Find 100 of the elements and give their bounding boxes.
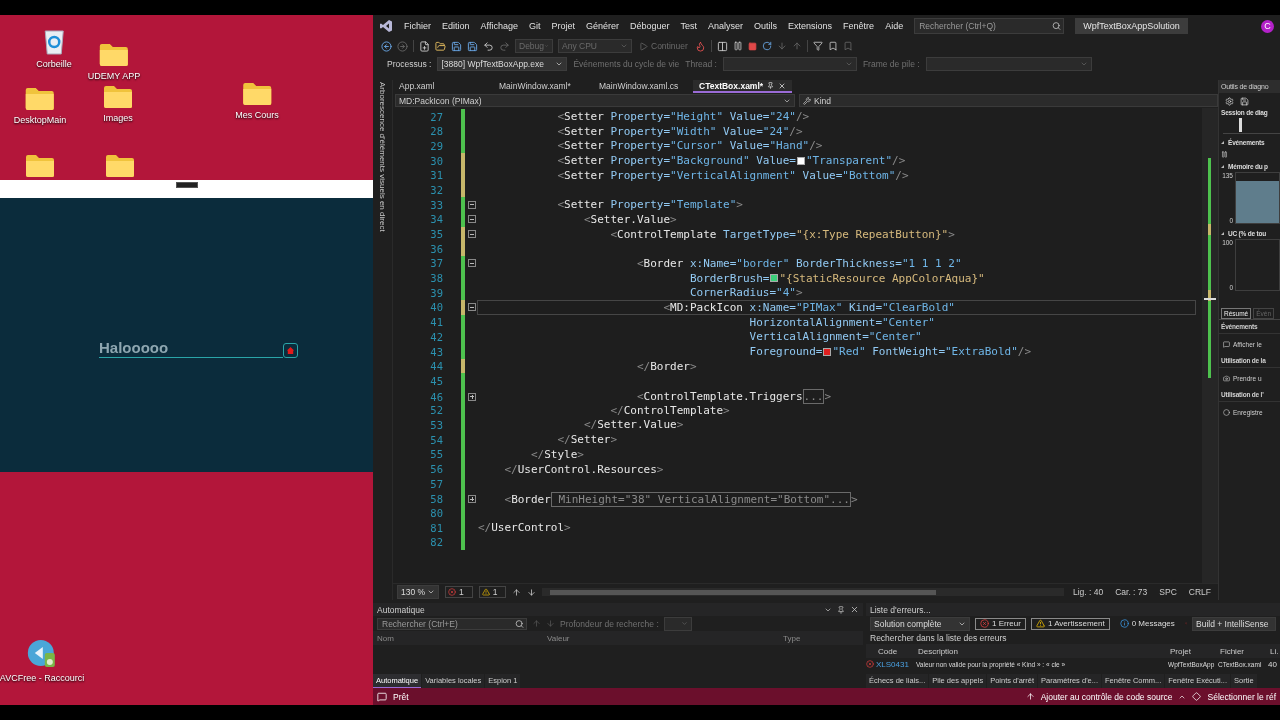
restart-icon[interactable] <box>761 41 772 51</box>
desktop-shortcut[interactable]: AVCFree - Raccourci <box>0 639 85 683</box>
menu-item[interactable]: Analyser <box>708 21 744 31</box>
flame-icon[interactable] <box>694 40 706 52</box>
undo-icon[interactable] <box>483 40 494 52</box>
collapse-toggle[interactable] <box>468 200 476 209</box>
repository-button[interactable]: Sélectionner le réf <box>1207 691 1276 702</box>
desktop-shortcut[interactable]: DesktopMain <box>13 87 67 125</box>
search-field[interactable]: Rechercher dans la liste des erreurs <box>870 632 1007 643</box>
save-icon[interactable] <box>451 40 462 52</box>
desktop-shortcut[interactable] <box>25 154 55 178</box>
line-number: 29 <box>429 139 443 152</box>
document-tab[interactable]: MainWindow.xaml* <box>493 80 593 93</box>
error-count[interactable]: 1 <box>445 586 473 598</box>
text-field[interactable]: Halooooo <box>99 339 283 358</box>
collapse-toggle[interactable] <box>468 259 476 268</box>
menu-item[interactable]: Git <box>528 21 541 31</box>
zoom-dropdown[interactable]: 130 % <box>397 585 439 599</box>
element-dropdown[interactable]: MD:PackIcon (PIMax) <box>395 94 795 107</box>
expand-toggle[interactable] <box>468 392 476 401</box>
desktop-shortcut[interactable]: Mes Cours <box>235 82 279 120</box>
desktop-shortcut[interactable]: UDEMY APP <box>87 43 141 81</box>
desktop-shortcut[interactable]: Images <box>103 85 133 123</box>
back-icon[interactable] <box>381 40 392 52</box>
output-icon[interactable] <box>377 691 387 702</box>
warning-count[interactable]: 1 <box>478 586 507 598</box>
line-number: 53 <box>429 418 443 431</box>
source-dropdown[interactable]: Build + IntelliSense <box>1192 616 1276 631</box>
settings-icon[interactable] <box>1225 96 1234 106</box>
collapsed-code[interactable]: ... <box>802 389 825 405</box>
desktop-shortcut[interactable] <box>105 154 135 178</box>
scope-dropdown[interactable]: Solution complète <box>870 616 970 631</box>
filter-toggle[interactable]: 1 Avertissement <box>1030 617 1110 630</box>
new-file-icon[interactable] <box>419 40 430 52</box>
line-number: 42 <box>429 330 443 343</box>
pin-icon[interactable] <box>767 82 775 89</box>
folder-icon[interactable] <box>435 40 446 52</box>
menu-item[interactable]: Test <box>680 21 698 31</box>
expand-toggle[interactable] <box>468 495 476 504</box>
side-panel-tab[interactable]: Arborescence d'éléments visuels en direct <box>378 82 387 232</box>
drag-handle[interactable] <box>175 182 198 188</box>
save-all-icon[interactable] <box>467 40 478 52</box>
document-tab[interactable]: MainWindow.xaml.cs <box>593 80 693 93</box>
solution-name-button[interactable]: WpfTextBoxAppSolution <box>1075 18 1188 34</box>
save-icon[interactable] <box>1240 96 1249 106</box>
line-number: 39 <box>429 286 443 299</box>
menu-item[interactable]: Affichage <box>480 21 518 31</box>
line-number: 43 <box>429 345 443 358</box>
menu-item[interactable]: Générer <box>585 21 619 31</box>
line-number: 34 <box>429 213 443 226</box>
menu-item[interactable]: Outils <box>754 21 778 31</box>
collapse-toggle[interactable] <box>468 303 476 312</box>
menu-item[interactable]: Fenêtre <box>843 21 875 31</box>
desktop-shortcut[interactable]: Corbeille <box>36 27 72 69</box>
timeline <box>1223 118 1280 134</box>
cursor-column: Car. : 73 <box>1112 587 1151 597</box>
document-tab[interactable]: App.xaml <box>393 80 493 93</box>
stack-frame-label: Frame de pile : <box>862 59 920 69</box>
menu-item[interactable]: Déboguer <box>630 21 670 31</box>
filter-toggle[interactable]: 1 Erreur <box>975 617 1026 630</box>
collapse-toggle[interactable] <box>468 215 476 224</box>
search-field[interactable]: Rechercher (Ctrl+E) <box>377 617 527 630</box>
process-dropdown[interactable]: [3880] WpfTextBoxApp.exe <box>437 57 568 71</box>
member-dropdown[interactable]: Kind <box>799 94 1218 107</box>
filter-toggle[interactable]: 0 Messages <box>1114 617 1180 630</box>
pause-icon[interactable] <box>732 41 743 51</box>
next-issue-icon[interactable] <box>527 587 537 597</box>
menu-item[interactable]: Projet <box>551 21 575 31</box>
document-tab[interactable]: CTextBox.xaml* <box>693 80 793 93</box>
user-avatar[interactable]: C <box>1261 19 1274 33</box>
search-field[interactable]: Rechercher (Ctrl+Q) <box>914 18 1065 34</box>
previous-issue-icon[interactable] <box>512 587 522 597</box>
line-number: 32 <box>429 183 443 196</box>
app-icon <box>27 639 57 669</box>
bookmark-icon[interactable] <box>827 41 838 51</box>
code-text: </Border> <box>635 359 697 373</box>
line-number: 27 <box>429 110 443 123</box>
forward-icon[interactable] <box>397 40 408 52</box>
collapsed-code[interactable]: MinHeight="38" VerticalAlignment="Bottom"... <box>550 491 851 507</box>
menu-item[interactable]: Aide <box>885 21 904 31</box>
pin-icon[interactable] <box>837 605 845 614</box>
error-icon <box>980 619 989 628</box>
pause-icon[interactable] <box>1221 150 1228 158</box>
close-icon[interactable] <box>850 605 859 614</box>
menu-item[interactable]: Edition <box>442 21 470 31</box>
horizontal-scrollbar[interactable] <box>542 588 1064 596</box>
code-text: > <box>824 390 832 404</box>
search-icon <box>515 619 524 628</box>
collapse-toggle[interactable] <box>468 230 476 238</box>
folder-icon <box>103 85 133 109</box>
close-icon[interactable] <box>778 81 787 90</box>
caret-icon <box>427 588 435 596</box>
menu-item[interactable]: Fichier <box>404 21 431 31</box>
source-control-button[interactable]: Ajouter au contrôle de code source <box>1040 691 1173 702</box>
code-text: <ControlTemplate.Triggers <box>635 390 803 404</box>
column-header: Fichier <box>1219 646 1245 656</box>
window-icon[interactable] <box>716 40 728 52</box>
menu-item[interactable]: Extensions <box>788 21 833 31</box>
clear-button[interactable] <box>283 343 298 358</box>
stop-icon[interactable] <box>747 41 757 51</box>
